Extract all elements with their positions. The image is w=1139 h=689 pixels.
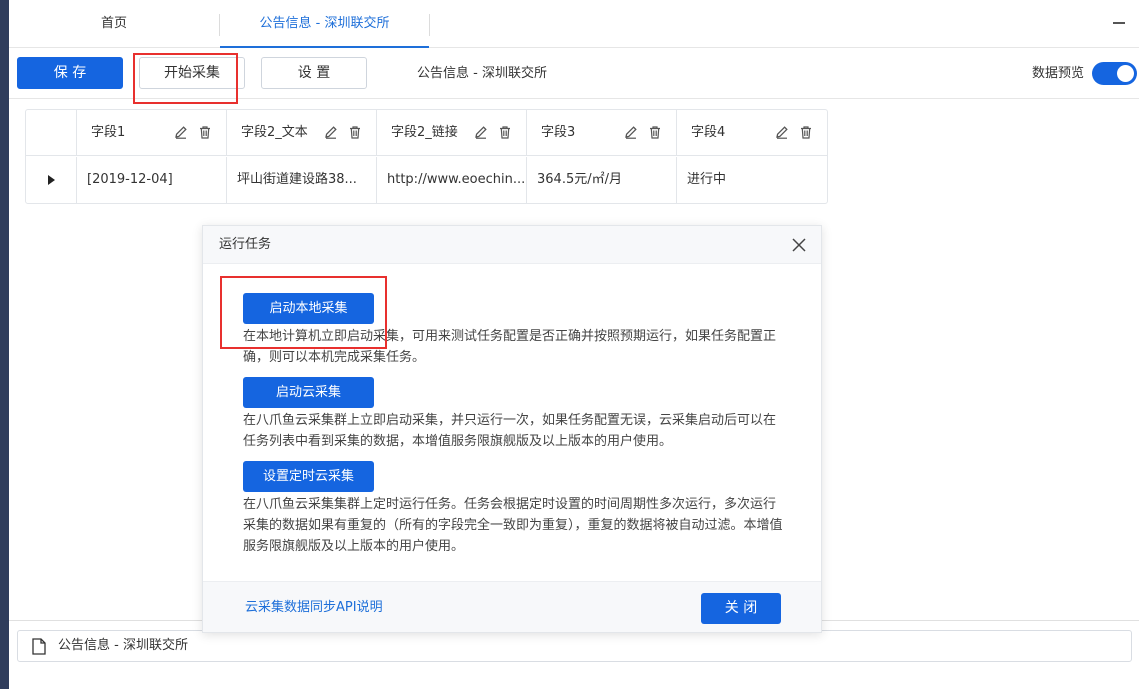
column-header: 字段3	[527, 110, 677, 156]
header-expander-cell	[26, 110, 77, 156]
save-button[interactable]: 保 存	[17, 57, 123, 89]
dialog-title: 运行任务	[219, 237, 272, 252]
start-collect-button[interactable]: 开始采集	[139, 57, 245, 89]
task-title: 公告信息 - 深圳联交所	[417, 66, 547, 81]
app-window: 首页 公告信息 - 深圳联交所 保 存 开始采集 设 置 公告信息 - 深圳联交…	[9, 0, 1139, 689]
task-path-bar: 公告信息 - 深圳联交所	[17, 630, 1132, 662]
schedule-cloud-collect-button[interactable]: 设置定时云采集	[243, 461, 374, 492]
close-icon[interactable]	[791, 237, 807, 253]
table-cell: 坪山街道建设路38...	[227, 157, 377, 203]
settings-button[interactable]: 设 置	[261, 57, 367, 89]
column-header: 字段2_文本	[227, 110, 377, 156]
trash-icon[interactable]	[198, 125, 212, 139]
caret-right-icon[interactable]	[47, 174, 55, 185]
trash-icon[interactable]	[799, 125, 813, 139]
table-row: [2019-12-04] 坪山街道建设路38... http://www.eoe…	[26, 157, 827, 203]
dialog-footer: 云采集数据同步API说明 关 闭	[203, 581, 821, 632]
tab-bar: 首页 公告信息 - 深圳联交所	[9, 0, 1139, 48]
tab-separator	[429, 14, 430, 36]
data-preview-table: 字段1 字段2_文本 字段2_链接 字段3 字段4 [2019-12-04] 坪…	[25, 109, 828, 204]
left-sidebar-strip	[0, 0, 9, 689]
data-preview-label: 数据预览	[1031, 66, 1084, 81]
tab-task-announcement[interactable]: 公告信息 - 深圳联交所	[220, 0, 429, 48]
column-header-label: 字段3	[541, 125, 576, 140]
edit-icon[interactable]	[174, 125, 188, 139]
edit-icon[interactable]	[624, 125, 638, 139]
column-header-label: 字段4	[691, 125, 726, 140]
start-cloud-collect-button[interactable]: 启动云采集	[243, 377, 374, 408]
table-cell: http://www.eoechin...	[377, 157, 527, 203]
dialog-header: 运行任务	[203, 226, 821, 264]
schedule-cloud-description: 在八爪鱼云采集集群上定时运行任务。任务会根据定时设置的时间周期性多次运行，多次运…	[243, 497, 783, 554]
start-local-collect-button[interactable]: 启动本地采集	[243, 293, 374, 324]
column-header-label: 字段2_链接	[391, 125, 458, 140]
trash-icon[interactable]	[498, 125, 512, 139]
trash-icon[interactable]	[648, 125, 662, 139]
trash-icon[interactable]	[348, 125, 362, 139]
edit-icon[interactable]	[474, 125, 488, 139]
close-button[interactable]: 关 闭	[701, 593, 781, 624]
column-header: 字段4	[677, 110, 827, 156]
table-cell: 进行中	[687, 172, 727, 187]
document-icon	[32, 638, 46, 655]
minimize-icon[interactable]	[1113, 22, 1125, 24]
edit-icon[interactable]	[324, 125, 338, 139]
tab-home[interactable]: 首页	[9, 0, 219, 48]
edit-icon[interactable]	[775, 125, 789, 139]
cloud-sync-api-link[interactable]: 云采集数据同步API说明	[245, 582, 383, 633]
column-header: 字段1	[77, 110, 227, 156]
local-collect-description: 在本地计算机立即启动采集，可用来测试任务配置是否正确并按照预期运行，如果任务配置…	[243, 329, 777, 365]
row-expander[interactable]	[26, 157, 77, 203]
table-header-row: 字段1 字段2_文本 字段2_链接 字段3 字段4	[26, 110, 827, 156]
column-header: 字段2_链接	[377, 110, 527, 156]
toggle-knob	[1117, 65, 1134, 82]
task-path-label: 公告信息 - 深圳联交所	[58, 638, 188, 653]
table-cell: 364.5元/㎡/月	[527, 157, 677, 203]
data-preview-toggle[interactable]	[1092, 62, 1137, 85]
cloud-collect-description: 在八爪鱼云采集群上立即启动采集，并只运行一次，如果任务配置无误，云采集启动后可以…	[243, 413, 777, 449]
toolbar: 保 存 开始采集 设 置 公告信息 - 深圳联交所 数据预览	[9, 48, 1139, 99]
column-header-label: 字段1	[91, 125, 126, 140]
column-header-label: 字段2_文本	[241, 125, 308, 140]
run-task-dialog: 运行任务 启动本地采集 在本地计算机立即启动采集，可用来测试任务配置是否正确并按…	[202, 225, 822, 633]
table-cell: [2019-12-04]	[77, 157, 227, 203]
